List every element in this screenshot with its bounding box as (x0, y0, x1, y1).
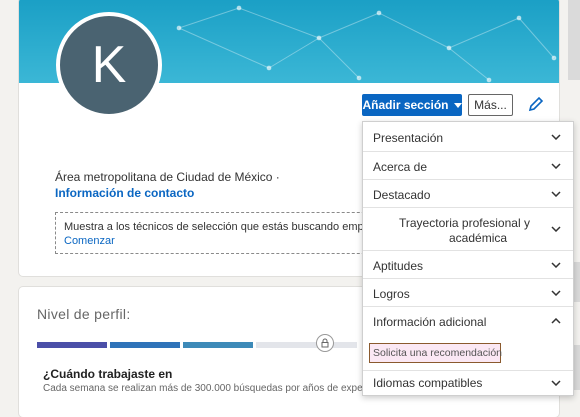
add-section-label: Añadir sección (362, 98, 449, 112)
dropdown-item-label: Destacado (373, 188, 431, 202)
dropdown-item-label-line2: académica (449, 231, 508, 245)
pencil-icon[interactable] (527, 95, 545, 113)
dropdown-item-destacado[interactable]: Destacado (363, 180, 573, 208)
chevron-down-icon (551, 226, 561, 232)
chevron-down-icon (551, 380, 561, 386)
dropdown-item-aptitudes[interactable]: Aptitudes (363, 251, 573, 279)
chevron-down-icon (551, 290, 561, 296)
add-section-dropdown: Presentación Acerca de Destacado Trayect… (362, 121, 574, 396)
dropdown-item-trayectoria[interactable]: Trayectoria profesional y académica (363, 208, 573, 251)
chevron-down-icon (551, 191, 561, 197)
dropdown-item-logros[interactable]: Logros (363, 279, 573, 307)
dropdown-item-label: Idiomas compatibles (373, 376, 483, 390)
contact-info-link[interactable]: Información de contacto (55, 186, 194, 200)
avatar-letter: K (91, 36, 127, 94)
request-recommendation-label: Solicita una recomendación (373, 347, 502, 359)
progress-segment-empty (256, 342, 357, 348)
request-recommendation-item[interactable]: Solicita una recomendación (369, 343, 502, 363)
dropdown-item-label: Trayectoria profesional y (399, 216, 530, 230)
dropdown-item-label: Acerca de (373, 160, 428, 174)
rail-sliver (568, 0, 580, 80)
hint-start-link[interactable]: Comenzar (64, 235, 115, 247)
progress-segment (37, 342, 107, 348)
dropdown-item-label: Presentación (373, 131, 444, 145)
open-to-work-hint: Muestra a los técnicos de selección que … (55, 212, 423, 254)
chevron-down-icon (551, 163, 561, 169)
dropdown-item-label: Aptitudes (373, 259, 424, 273)
more-button[interactable]: Más... (468, 94, 513, 116)
profile-level-title: Nivel de perfil: (37, 306, 131, 322)
avatar[interactable]: K (56, 12, 162, 118)
dropdown-item-idiomas-compatibles[interactable]: Idiomas compatibles (363, 371, 573, 395)
chevron-up-icon (551, 318, 561, 324)
profile-strength-bar (37, 342, 357, 348)
dropdown-item-label: Logros (373, 287, 410, 301)
chevron-down-icon (551, 262, 561, 268)
profile-location: Área metropolitana de Ciudad de México · (55, 170, 280, 184)
add-section-button[interactable]: Añadir sección (362, 94, 462, 116)
caret-down-icon (453, 102, 462, 108)
dropdown-item-acerca-de[interactable]: Acerca de (363, 152, 573, 180)
dropdown-item-presentacion[interactable]: Presentación (363, 122, 573, 152)
progress-segment (183, 342, 253, 348)
dropdown-item-label: Información adicional (373, 315, 487, 329)
progress-segment (110, 342, 180, 348)
lock-icon (316, 334, 334, 352)
question-subtitle: Cada semana se realizan más de 300.000 b… (43, 383, 385, 394)
question-title: ¿Cuándo trabajaste en (43, 367, 173, 381)
chevron-down-icon (551, 134, 561, 140)
